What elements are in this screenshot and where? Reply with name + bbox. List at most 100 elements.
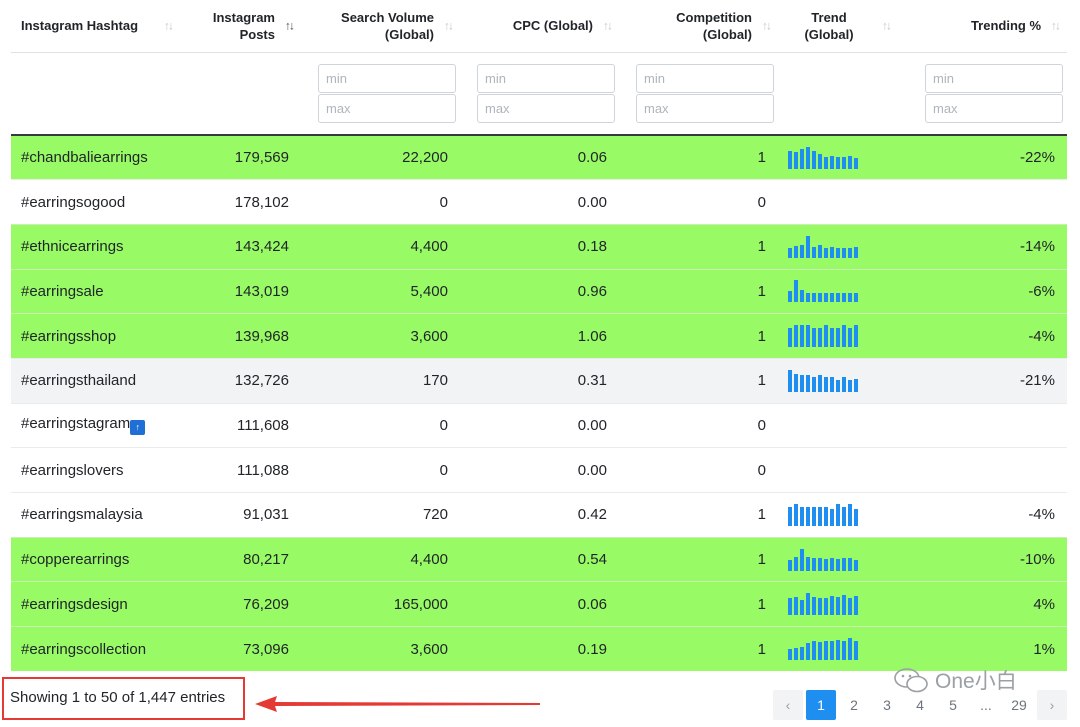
competition-cell-text: 1 xyxy=(757,282,766,300)
hashtag-cell[interactable]: #earringsmalaysia xyxy=(11,492,180,538)
filter-cell xyxy=(180,51,301,136)
competition-cell: 0 xyxy=(619,447,778,493)
table-row[interactable]: #copperearrings 80,217 4,400 0.54 1 -10% xyxy=(11,536,1067,582)
cpc-cell: 0.00 xyxy=(460,402,619,448)
table-row[interactable]: #earringsale 143,019 5,400 0.96 1 -6% xyxy=(11,268,1067,314)
hashtag-cell[interactable]: #chandbaliearrings xyxy=(11,134,180,180)
sort-icon[interactable]: ↑↓ xyxy=(882,17,892,34)
competition-cell-text: 1 xyxy=(757,640,766,658)
sort-icon[interactable]: ↑↓ xyxy=(444,17,454,34)
table-row[interactable]: #earringslovers 111,088 0 0.00 0 xyxy=(11,447,1067,493)
trend-bar xyxy=(806,146,810,169)
filter-min-input[interactable]: min xyxy=(318,63,456,93)
sort-icon[interactable]: ↑↓ xyxy=(285,17,295,34)
trending-cell xyxy=(898,179,1067,225)
hashtag-cell[interactable]: #earringsogood xyxy=(11,179,180,225)
trend-sparkline xyxy=(788,146,858,169)
hashtag-cell[interactable]: #earringstagram ↑ xyxy=(11,402,180,448)
entries-info: Showing 1 to 50 of 1,447 entries xyxy=(10,689,226,706)
trend-bar xyxy=(836,247,840,258)
table-row[interactable]: #ethnicearrings 143,424 4,400 0.18 1 -14% xyxy=(11,223,1067,270)
table-row[interactable]: #earringsdesign 76,209 165,000 0.06 1 4% xyxy=(11,581,1067,627)
header-col-posts[interactable]: Instagram Posts ↑↓ xyxy=(180,0,301,52)
table-row[interactable]: #earringstagram ↑ 111,608 0 0.00 0 xyxy=(11,402,1067,448)
hashtag-cell-text: #earringsdesign xyxy=(21,595,128,613)
competition-cell-text: 0 xyxy=(757,416,766,434)
filter-min-input[interactable]: min xyxy=(636,63,774,93)
header-label: Trending % xyxy=(970,18,1041,34)
trend-bar xyxy=(812,328,816,348)
hashtag-cell[interactable]: #ethnicearrings xyxy=(11,223,180,270)
filter-min-input[interactable]: min xyxy=(477,63,615,93)
hashtag-cell[interactable]: #earringslovers xyxy=(11,447,180,493)
page-button-2[interactable]: 2 xyxy=(839,690,869,720)
header-col-hashtag[interactable]: Instagram Hashtag ↑↓ xyxy=(11,0,180,52)
hashtag-cell[interactable]: #earringsthailand xyxy=(11,357,180,404)
hashtag-cell[interactable]: #earringsdesign xyxy=(11,581,180,627)
competition-cell-text: 1 xyxy=(757,595,766,613)
trend-sparkline xyxy=(788,325,858,348)
competition-cell-text: 0 xyxy=(757,193,766,211)
sort-icon[interactable]: ↑↓ xyxy=(164,17,174,34)
cpc-cell: 0.31 xyxy=(460,357,619,404)
hashtag-cell[interactable]: #earringsale xyxy=(11,268,180,314)
posts-cell: 179,569 xyxy=(180,134,301,180)
posts-cell: 76,209 xyxy=(180,581,301,627)
trend-bar xyxy=(788,506,792,526)
header-col-trending[interactable]: Trending % ↑↓ xyxy=(898,0,1067,52)
volume-cell: 22,200 xyxy=(301,134,460,180)
trend-bar xyxy=(818,328,822,348)
volume-cell: 0 xyxy=(301,447,460,493)
table-row[interactable]: #earringsmalaysia 91,031 720 0.42 1 -4% xyxy=(11,492,1067,538)
table-row[interactable]: #chandbaliearrings 179,569 22,200 0.06 1 -22% xyxy=(11,134,1067,180)
volume-cell: 170 xyxy=(301,357,460,404)
next-page-button[interactable]: › xyxy=(1037,690,1067,720)
filter-max-input[interactable]: max xyxy=(477,93,615,123)
trend-bar xyxy=(842,557,846,571)
hashtag-table-container: Instagram Hashtag ↑↓ Instagram Posts ↑↓ Sear… xyxy=(11,0,1067,672)
sort-icon[interactable]: ↑↓ xyxy=(1051,17,1061,34)
sort-icon[interactable]: ↑↓ xyxy=(762,17,772,34)
page-button-29[interactable]: 29 xyxy=(1004,690,1034,720)
competition-cell: 0 xyxy=(619,179,778,225)
trend-bar xyxy=(800,600,804,616)
sort-icon[interactable]: ↑↓ xyxy=(603,17,613,34)
header-col-cpc[interactable]: CPC (Global) ↑↓ xyxy=(460,0,619,52)
posts-cell-text: 111,608 xyxy=(237,416,289,434)
trend-bar xyxy=(854,293,858,303)
page-button-4[interactable]: 4 xyxy=(905,690,935,720)
trend-sparkline xyxy=(788,503,858,526)
volume-cell-text: 170 xyxy=(422,372,448,390)
header-label: Competition (Global) xyxy=(676,9,752,42)
page-button-1[interactable]: 1 xyxy=(806,690,836,720)
filter-max-input[interactable]: max xyxy=(636,93,774,123)
header-col-search-volume[interactable]: Search Volume (Global) ↑↓ xyxy=(301,0,460,52)
header-col-competition[interactable]: Competition (Global) ↑↓ xyxy=(619,0,778,52)
filter-max-input[interactable]: max xyxy=(925,93,1063,123)
filter-min-input[interactable]: min xyxy=(925,63,1063,93)
hashtag-cell[interactable]: #copperearrings xyxy=(11,536,180,582)
table-row[interactable]: #earringsthailand 132,726 170 0.31 1 -21% xyxy=(11,357,1067,404)
trend-bar xyxy=(842,506,846,526)
trend-bar xyxy=(812,246,816,258)
trend-bar xyxy=(812,150,816,169)
prev-page-button[interactable]: ‹ xyxy=(773,690,803,720)
hashtag-cell[interactable]: #earringscollection xyxy=(11,626,180,672)
trend-bar xyxy=(842,595,846,616)
filter-max-input[interactable]: max xyxy=(318,93,456,123)
trend-bar xyxy=(812,557,816,571)
posts-cell-text: 132,726 xyxy=(234,372,289,390)
trend-cell xyxy=(778,581,898,627)
trend-bar xyxy=(800,244,804,258)
volume-cell-text: 0 xyxy=(439,193,448,211)
trend-bar xyxy=(854,325,858,348)
table-row[interactable]: #earringsogood 178,102 0 0.00 0 xyxy=(11,179,1067,225)
header-col-trend[interactable]: Trend (Global) ↑↓ xyxy=(778,0,898,52)
page-button-5[interactable]: 5 xyxy=(938,690,968,720)
table-row[interactable]: #earringsshop 139,968 3,600 1.06 1 -4% xyxy=(11,313,1067,359)
trend-bar xyxy=(824,325,828,348)
page-button-3[interactable]: 3 xyxy=(872,690,902,720)
volume-cell-text: 720 xyxy=(422,506,448,524)
hashtag-cell[interactable]: #earringsshop xyxy=(11,313,180,359)
trend-cell xyxy=(778,447,898,493)
